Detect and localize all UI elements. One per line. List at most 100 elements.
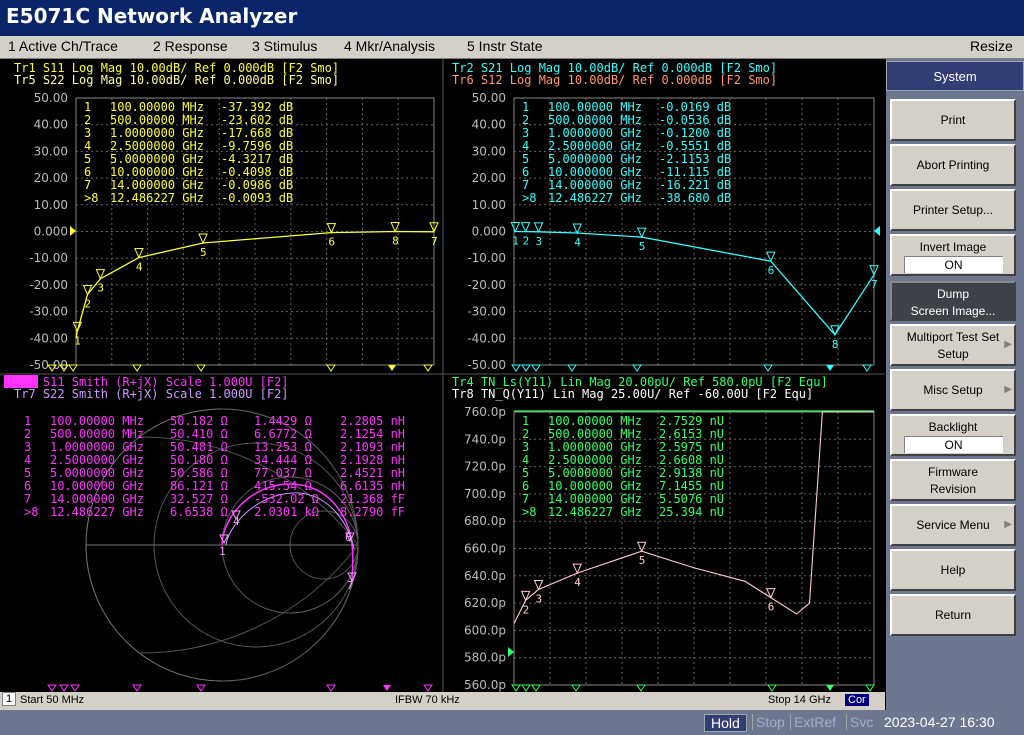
marker-n: 2 [522, 427, 529, 441]
marker-number: 7 [431, 235, 438, 248]
marker-triangle-icon [510, 222, 521, 233]
y-tick-label: 10.00 [34, 198, 68, 212]
marker-v: -0.0169 dB [659, 100, 731, 114]
menu-stimulus[interactable]: 3 Stimulus [252, 38, 317, 54]
marker-triangle-icon [520, 590, 531, 602]
softkey-backlight[interactable]: Backlight ON [890, 414, 1016, 456]
p2-trace-line-2: Tr6 S12 Log Mag 10.00dB/ Ref 0.000dB [F2… [452, 73, 777, 87]
softkey-invert-image[interactable]: Invert Image ON [890, 234, 1016, 276]
y-tick-label: -40.00 [467, 331, 506, 345]
softkey-misc-setup[interactable]: Misc Setup ▶ [890, 369, 1016, 411]
softkey-printer-setup[interactable]: Printer Setup... [890, 189, 1016, 231]
marker-number: 2 [523, 235, 530, 248]
softkey-label: Service Menu [916, 518, 990, 532]
marker-x: 2.0301 kΩ [254, 505, 319, 519]
marker-l: 21.368 fF [340, 492, 405, 506]
marker-triangle-icon [134, 248, 144, 259]
softkey-print[interactable]: Print [890, 99, 1016, 141]
marker-n: 1 [522, 414, 529, 428]
marker-x: 34.444 Ω [254, 453, 312, 467]
marker-x: 13.253 Ω [254, 440, 312, 454]
marker-n: 1 [24, 414, 31, 428]
marker-n: 2 [84, 113, 91, 127]
marker-f: 1.0000000 GHz [548, 440, 642, 454]
marker-number: 4 [574, 576, 581, 589]
marker-v: 2.7529 nU [659, 414, 724, 428]
p4-ref-arrow-icon [508, 647, 514, 657]
marker-r: 50.180 Ω [170, 453, 228, 467]
menu-resize[interactable]: Resize [970, 38, 1013, 54]
p2-ref-arrow-icon [874, 226, 880, 236]
marker-v: -0.4098 dB [221, 165, 293, 179]
marker-v: 7.1455 nU [659, 479, 724, 493]
marker-n: 6 [24, 479, 31, 493]
y-tick-label: 660.0p [464, 542, 506, 556]
p2-y-ticks: 50.00 40.00 30.00 20.00 10.00 0.000 -10.00 -20.… [467, 91, 506, 372]
marker-f: 5.0000000 GHz [110, 152, 204, 166]
marker-v: -4.3217 dB [221, 152, 293, 166]
marker-f: 12.486227 GHz [110, 191, 204, 205]
marker-f: 100.00000 MHz [110, 100, 204, 114]
marker-v: 2.6153 nU [659, 427, 724, 441]
softkey-service-menu[interactable]: Service Menu ▶ [890, 504, 1016, 546]
menu-mkr-analysis[interactable]: 4 Mkr/Analysis [344, 38, 435, 54]
panel-1[interactable]: Tr1 S11 Log Mag 10.00dB/ Ref 0.000dB [F2… [14, 61, 439, 372]
status-extref: ExtRef [790, 714, 839, 730]
marker-triangle-icon [520, 222, 531, 233]
menu-response[interactable]: 2 Response [153, 38, 228, 54]
marker-number: 7 [871, 278, 878, 291]
marker-number: 8 [832, 338, 839, 351]
marker-f: 5.0000000 GHz [548, 466, 642, 480]
channel-number[interactable]: 1 [2, 692, 17, 706]
softkey-multiport-test-set[interactable]: Multiport Test Set Setup ▶ [890, 324, 1016, 366]
softkey-dump[interactable]: Dump Screen Image... [890, 281, 1016, 321]
marker-f: 10.000000 GHz [548, 165, 642, 179]
marker-f: 12.486227 GHz [548, 191, 642, 205]
ifbw[interactable]: IFBW 70 kHz [395, 694, 460, 706]
marker-triangle-icon [766, 251, 776, 263]
marker-number: 6 [768, 601, 775, 614]
y-tick-label: -10.00 [29, 251, 68, 265]
start-frequency[interactable]: Start 50 MHz [20, 694, 84, 706]
svg-text:1: 1 [219, 545, 226, 558]
panel-3[interactable]: Tr3 S11 Smith (R+jX) Scale 1.000U [F2] T… [4, 375, 405, 682]
softkey-firmware[interactable]: Firmware Revision [890, 459, 1016, 501]
y-tick-label: 30.00 [472, 144, 506, 158]
status-datetime: 2023-04-27 16:30 [884, 714, 995, 730]
marker-triangle-icon [198, 233, 208, 245]
marker-l: 2.1254 nH [340, 427, 405, 441]
submenu-arrow-icon: ▶ [1004, 519, 1012, 530]
stop-frequency[interactable]: Stop 14 GHz [768, 694, 831, 706]
marker-l: 2.4521 nH [340, 466, 405, 480]
marker-x: -532.02 Ω [254, 492, 319, 506]
marker-f: 14.000000 GHz [548, 492, 642, 506]
marker-n: 7 [24, 492, 31, 506]
status-bar: Hold Stop ExtRef Svc 2023-04-27 16:30 [0, 710, 1024, 735]
panel-4[interactable]: Tr4 TN_Ls(Y11) Lin Mag 20.00pU/ Ref 580.… [452, 375, 875, 692]
marker-v: -9.7596 dB [221, 139, 293, 153]
y-tick-label: -30.00 [29, 305, 68, 319]
softkey-help[interactable]: Help [890, 549, 1016, 591]
marker-v: -38.680 dB [659, 191, 731, 205]
correction-status: Cor [845, 694, 869, 706]
marker-n: 6 [522, 165, 529, 179]
marker-number: 1 [74, 334, 81, 347]
y-tick-label: 580.0p [464, 651, 506, 665]
menu-active-ch-trace[interactable]: 1 Active Ch/Trace [8, 38, 118, 54]
y-tick-label: -20.00 [467, 278, 506, 292]
marker-n: 7 [84, 178, 91, 192]
softkey-return[interactable]: Return [890, 594, 1016, 636]
menu-instr-state[interactable]: 5 Instr State [467, 38, 542, 54]
marker-v: -2.1153 dB [659, 152, 731, 166]
softkey-label: Print [940, 113, 966, 127]
softkey-abort-printing[interactable]: Abort Printing [890, 144, 1016, 186]
channel-info-bar: 1 Start 50 MHz IFBW 70 kHz Stop 14 GHz C… [0, 692, 885, 710]
marker-n: >8 [522, 505, 536, 519]
panel-2[interactable]: Tr2 S21 Log Mag 10.00dB/ Ref 0.000dB [F2… [452, 61, 880, 372]
marker-f: 14.000000 GHz [50, 492, 144, 506]
marker-n: 4 [24, 453, 31, 467]
marker-l: 8.2790 fF [340, 505, 405, 519]
marker-f: 14.000000 GHz [548, 178, 642, 192]
marker-n: 5 [522, 466, 529, 480]
marker-r: 86.121 Ω [170, 479, 228, 493]
